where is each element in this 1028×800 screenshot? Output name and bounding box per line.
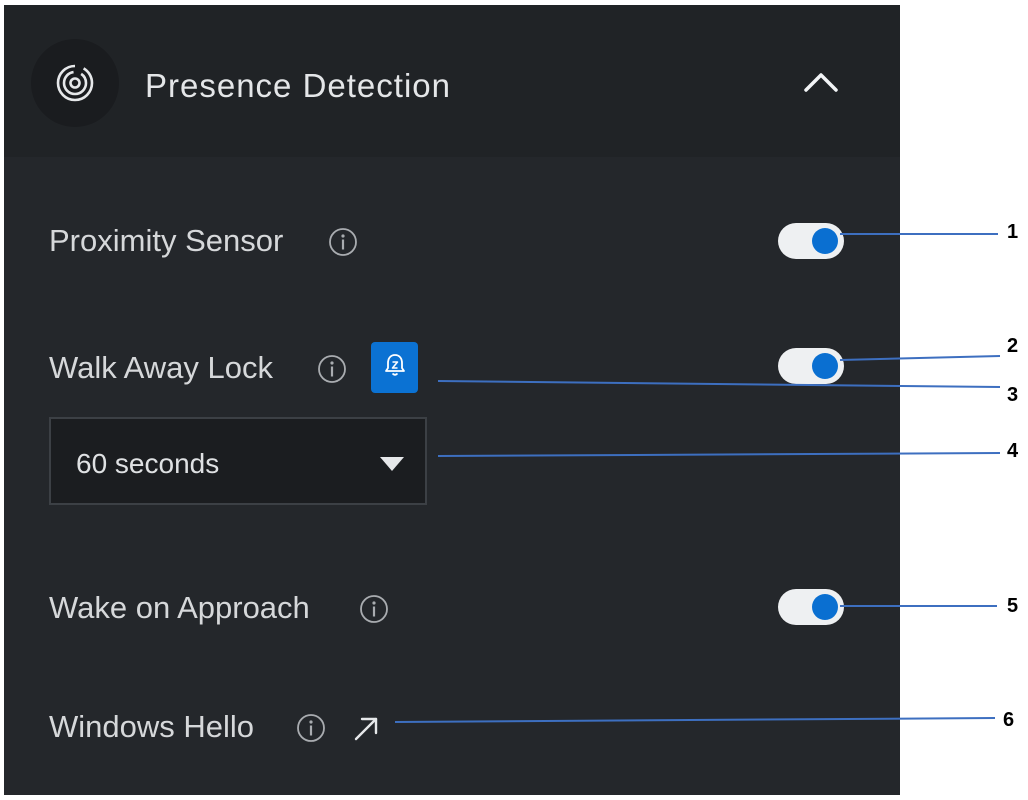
callout-number-5: 5 — [1007, 595, 1019, 617]
callout-number-2: 2 — [1007, 335, 1019, 357]
callout-number-3: 3 — [1007, 384, 1019, 406]
callout-line-2 — [394, 355, 1001, 723]
callout-number-4: 4 — [1007, 440, 1019, 462]
callout-number-6: 6 — [1003, 709, 1015, 731]
